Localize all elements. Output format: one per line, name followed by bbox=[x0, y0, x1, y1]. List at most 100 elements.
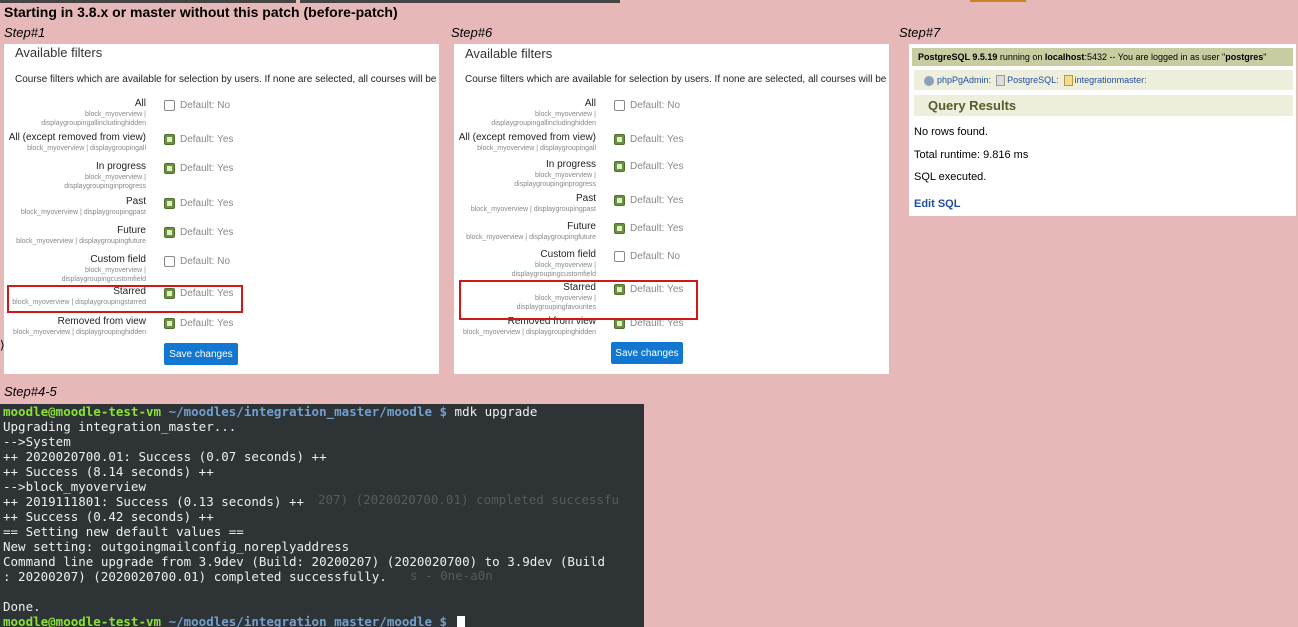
checkbox-checked[interactable] bbox=[614, 161, 625, 172]
terminal-output-line: Upgrading integration_master... bbox=[3, 419, 237, 434]
terminal-output-line: : 20200207) (2020020700.01) completed su… bbox=[3, 569, 387, 584]
filter-setting-id: block_myoverview | displaygroupingall bbox=[477, 145, 596, 152]
filter-control: Default: Yes bbox=[164, 198, 233, 209]
filter-setting-id: block_myoverview | displaygroupingcustom… bbox=[511, 262, 596, 278]
default-value: Default: No bbox=[630, 251, 681, 263]
filter-name: In progress bbox=[95, 161, 146, 172]
filter-name: All bbox=[134, 98, 146, 109]
terminal-prompt-line: moodle@moodle-test-vm ~/moodles/integrat… bbox=[3, 614, 465, 627]
terminal-ghost-text: 207) (2020020700.01) completed successfu bbox=[318, 492, 620, 507]
terminal-output-line: ++ 2020020700.01: Success (0.07 seconds)… bbox=[3, 449, 327, 464]
terminal-output-line: ++ 2019111801: Success (0.13 seconds) ++ bbox=[3, 494, 305, 509]
default-value: Default: No bbox=[180, 100, 231, 112]
step-label-6: Step#6 bbox=[451, 25, 493, 40]
page-heading: Starting in 3.8.x or master without this… bbox=[4, 4, 398, 20]
filter-control: Default: Yes bbox=[164, 163, 233, 174]
filter-control: Default: Yes bbox=[614, 161, 683, 172]
terminal-window[interactable]: 207) (2020020700.01) completed successfu… bbox=[0, 404, 644, 627]
filter-setting-id: block_myoverview | displaygroupingfuture bbox=[16, 238, 146, 245]
available-filters-panel-after: Available filters Course filters which a… bbox=[454, 44, 889, 374]
filter-name: Future bbox=[567, 221, 596, 232]
highlight-starred-box bbox=[459, 280, 698, 320]
checkbox-checked[interactable] bbox=[164, 318, 175, 329]
edit-sql-link[interactable]: Edit SQL bbox=[914, 198, 960, 210]
login-text: :5432 -- You are logged in as user " bbox=[1084, 52, 1226, 62]
checkbox-checked[interactable] bbox=[164, 163, 175, 174]
filter-label: Future block_myoverview | displaygrouping… bbox=[454, 221, 596, 242]
filter-setting-id: block_myoverview | displaygroupingfuture bbox=[466, 234, 596, 241]
filter-control: Default: Yes bbox=[164, 227, 233, 238]
filter-name: All bbox=[584, 98, 596, 109]
prompt-path: ~/moodles/integration_master/moodle $ bbox=[161, 614, 448, 627]
checkbox-checked[interactable] bbox=[164, 134, 175, 145]
filter-name: Removed from view bbox=[57, 316, 146, 327]
checkbox-checked[interactable] bbox=[614, 134, 625, 145]
elephant-icon bbox=[924, 75, 934, 86]
panel-description: Course filters which are available for s… bbox=[15, 74, 439, 85]
panel-title: Available filters bbox=[465, 46, 553, 61]
terminal-output-line: Command line upgrade from 3.9dev (Build:… bbox=[3, 554, 606, 569]
filter-setting-id: block_myoverview | displaygroupingpast bbox=[20, 209, 146, 216]
checkbox-unchecked[interactable] bbox=[614, 251, 625, 262]
phppgadmin-panel: PostgreSQL 9.5.19 running on localhost:5… bbox=[909, 44, 1296, 216]
window-edge-bar bbox=[0, 0, 296, 3]
checkbox-checked[interactable] bbox=[614, 223, 625, 234]
filter-name: Past bbox=[575, 193, 596, 204]
database-icon bbox=[1063, 75, 1073, 87]
checkbox-checked[interactable] bbox=[164, 198, 175, 209]
breadcrumb-postgresql[interactable]: PostgreSQL bbox=[1007, 75, 1056, 85]
filter-name: Custom field bbox=[540, 249, 596, 260]
default-value: Default: Yes bbox=[630, 161, 684, 173]
terminal-output-line: ++ Success (8.14 seconds) ++ bbox=[3, 464, 214, 479]
panel-title: Available filters bbox=[15, 45, 103, 60]
filter-label: All (except removed from view) block_myov… bbox=[454, 132, 596, 153]
checkbox-checked[interactable] bbox=[614, 195, 625, 206]
available-filters-panel-before: Available filters Course filters which a… bbox=[4, 44, 439, 374]
terminal-output-line: -->block_myoverview bbox=[3, 479, 146, 494]
checkbox-checked[interactable] bbox=[164, 227, 175, 238]
filter-label: Removed from view block_myoverview | disp… bbox=[4, 316, 146, 337]
prompt-user: moodle@moodle-test-vm bbox=[3, 404, 162, 419]
server-host: localhost bbox=[1044, 52, 1085, 62]
terminal-output-line: ++ Success (0.42 seconds) ++ bbox=[3, 509, 214, 524]
filter-control: Default: Yes bbox=[164, 318, 233, 329]
checkbox-unchecked[interactable] bbox=[164, 256, 175, 267]
filter-control: Default: No bbox=[614, 251, 680, 262]
filter-name: All (except removed from view) bbox=[458, 132, 596, 143]
checkbox-unchecked[interactable] bbox=[164, 100, 175, 111]
checkbox-unchecked[interactable] bbox=[614, 100, 625, 111]
terminal-ghost-text: s - 0ne-a0n bbox=[410, 568, 493, 583]
default-value: Default: Yes bbox=[180, 318, 234, 330]
filter-setting-id: block_myoverview | displaygroupinginprog… bbox=[514, 172, 596, 188]
breadcrumb-database[interactable]: integrationmaster bbox=[1075, 75, 1145, 85]
save-changes-button[interactable]: Save changes bbox=[611, 342, 683, 364]
query-results-header: Query Results bbox=[914, 95, 1293, 116]
panel-description: Course filters which are available for s… bbox=[465, 74, 889, 85]
running-on-text: running on bbox=[997, 52, 1045, 62]
default-value: Default: Yes bbox=[180, 163, 234, 175]
filter-control: Default: No bbox=[614, 100, 680, 111]
filter-label: All block_myoverview | displaygroupingall… bbox=[454, 98, 596, 128]
highlight-starred-box bbox=[7, 285, 243, 313]
filter-label: In progress block_myoverview | displaygro… bbox=[4, 161, 146, 191]
step-label-4-5: Step#4-5 bbox=[4, 384, 57, 399]
filter-setting-id: block_myoverview | displaygroupingpast bbox=[470, 206, 596, 213]
filter-label: Past block_myoverview | displaygroupingpa… bbox=[4, 196, 146, 217]
step-label-7: Step#7 bbox=[899, 25, 941, 40]
terminal-cursor bbox=[456, 616, 465, 627]
filter-name: Past bbox=[125, 196, 146, 207]
filter-control: Default: Yes bbox=[614, 223, 683, 234]
login-text-end: " bbox=[1263, 52, 1267, 62]
terminal-prompt-line: moodle@moodle-test-vm ~/moodles/integrat… bbox=[3, 404, 537, 419]
filter-control: Default: Yes bbox=[164, 134, 233, 145]
breadcrumb-phppgadmin[interactable]: phpPgAdmin bbox=[937, 75, 989, 85]
filter-label: All (except removed from view) block_myov… bbox=[4, 132, 146, 153]
filter-name: In progress bbox=[545, 159, 596, 170]
save-changes-button[interactable]: Save changes bbox=[164, 343, 238, 365]
filter-name: Custom field bbox=[90, 254, 146, 265]
default-value: Default: No bbox=[630, 100, 681, 112]
filter-setting-id: block_myoverview | displaygroupingall bbox=[27, 145, 146, 152]
server-user: postgres bbox=[1225, 52, 1264, 62]
filter-label: In progress block_myoverview | displaygro… bbox=[454, 159, 596, 189]
filter-control: Default: Yes bbox=[614, 134, 683, 145]
